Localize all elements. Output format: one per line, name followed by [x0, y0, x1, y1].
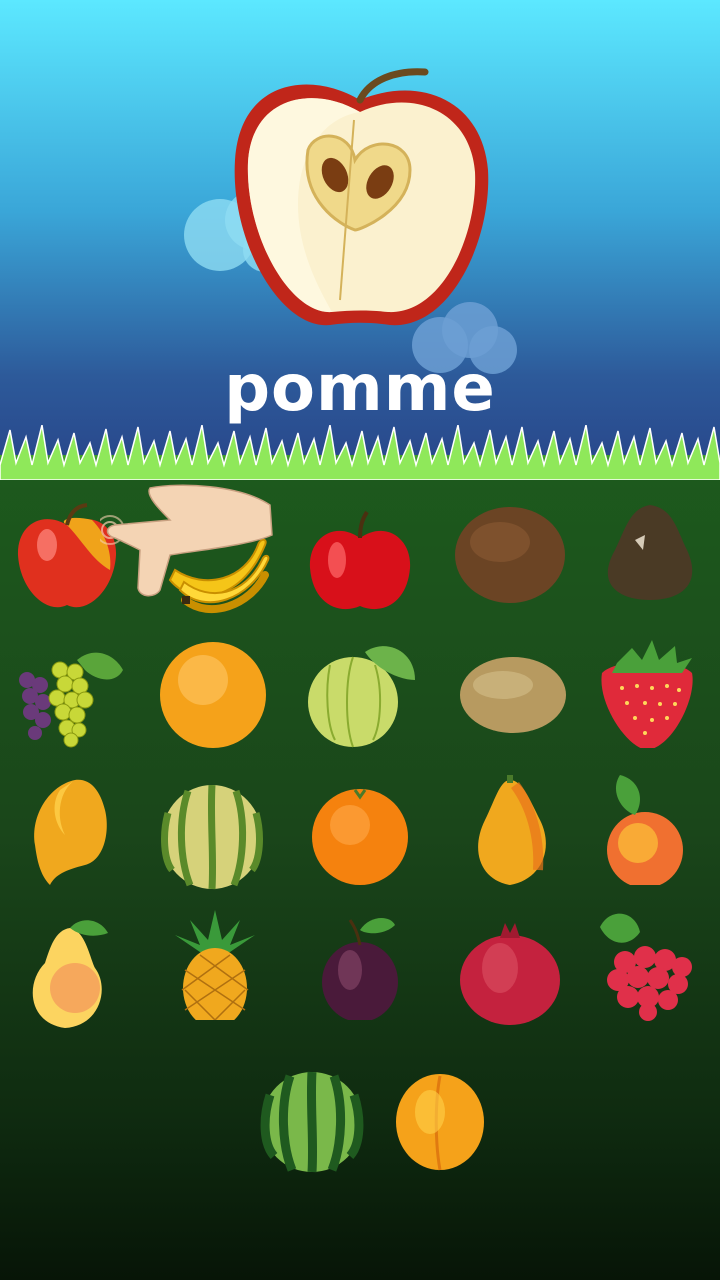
red-apple-tile[interactable] — [305, 510, 415, 620]
pomegranate-tile[interactable] — [460, 918, 570, 1028]
word-title: pomme — [224, 352, 496, 426]
mango-icon — [34, 779, 107, 885]
grapes-icon — [19, 652, 123, 748]
pear-tile[interactable] — [20, 918, 130, 1028]
raspberry-icon — [600, 913, 692, 1021]
melon-tile[interactable] — [160, 785, 270, 895]
red-apple-icon — [309, 510, 411, 610]
banana-icon — [168, 538, 270, 613]
apricot-tile[interactable] — [395, 1072, 505, 1182]
strawberry-icon — [601, 640, 693, 748]
melon-icon — [161, 785, 263, 890]
guava-icon — [308, 646, 415, 748]
watermelon-tile[interactable] — [260, 1070, 370, 1180]
grapes-tile[interactable] — [15, 640, 125, 750]
pineapple-icon — [175, 910, 255, 1020]
watermelon-icon — [260, 1071, 364, 1173]
grapefruit-tile[interactable] — [158, 640, 268, 750]
apricot-icon — [396, 1074, 484, 1171]
coconut-icon — [455, 507, 565, 603]
fig-tile[interactable] — [595, 500, 705, 610]
peach-tile[interactable] — [600, 775, 710, 885]
papaya-icon — [478, 775, 546, 885]
grass-strip — [0, 425, 720, 480]
banana-tile[interactable] — [160, 510, 270, 620]
plum-tile[interactable] — [305, 910, 415, 1020]
guava-tile[interactable] — [305, 640, 415, 750]
apple-icon — [17, 503, 117, 608]
peach-icon — [607, 775, 683, 885]
fig-icon — [607, 505, 693, 600]
orange-icon — [312, 789, 408, 885]
pineapple-tile[interactable] — [160, 910, 270, 1020]
grapefruit-icon — [160, 642, 266, 748]
strawberry-tile[interactable] — [597, 638, 707, 748]
kiwi-icon — [460, 657, 566, 733]
pear-icon — [32, 920, 108, 1028]
papaya-tile[interactable] — [460, 775, 570, 885]
pomegranate-icon — [460, 923, 560, 1025]
mango-tile[interactable] — [25, 775, 135, 885]
apple-half-icon[interactable] — [220, 60, 500, 340]
kiwi-tile[interactable] — [458, 650, 568, 760]
coconut-tile[interactable] — [455, 500, 565, 610]
orange-tile[interactable] — [310, 785, 420, 895]
plum-icon — [322, 918, 398, 1020]
raspberry-tile[interactable] — [600, 912, 710, 1022]
apple-tile[interactable] — [12, 500, 122, 610]
